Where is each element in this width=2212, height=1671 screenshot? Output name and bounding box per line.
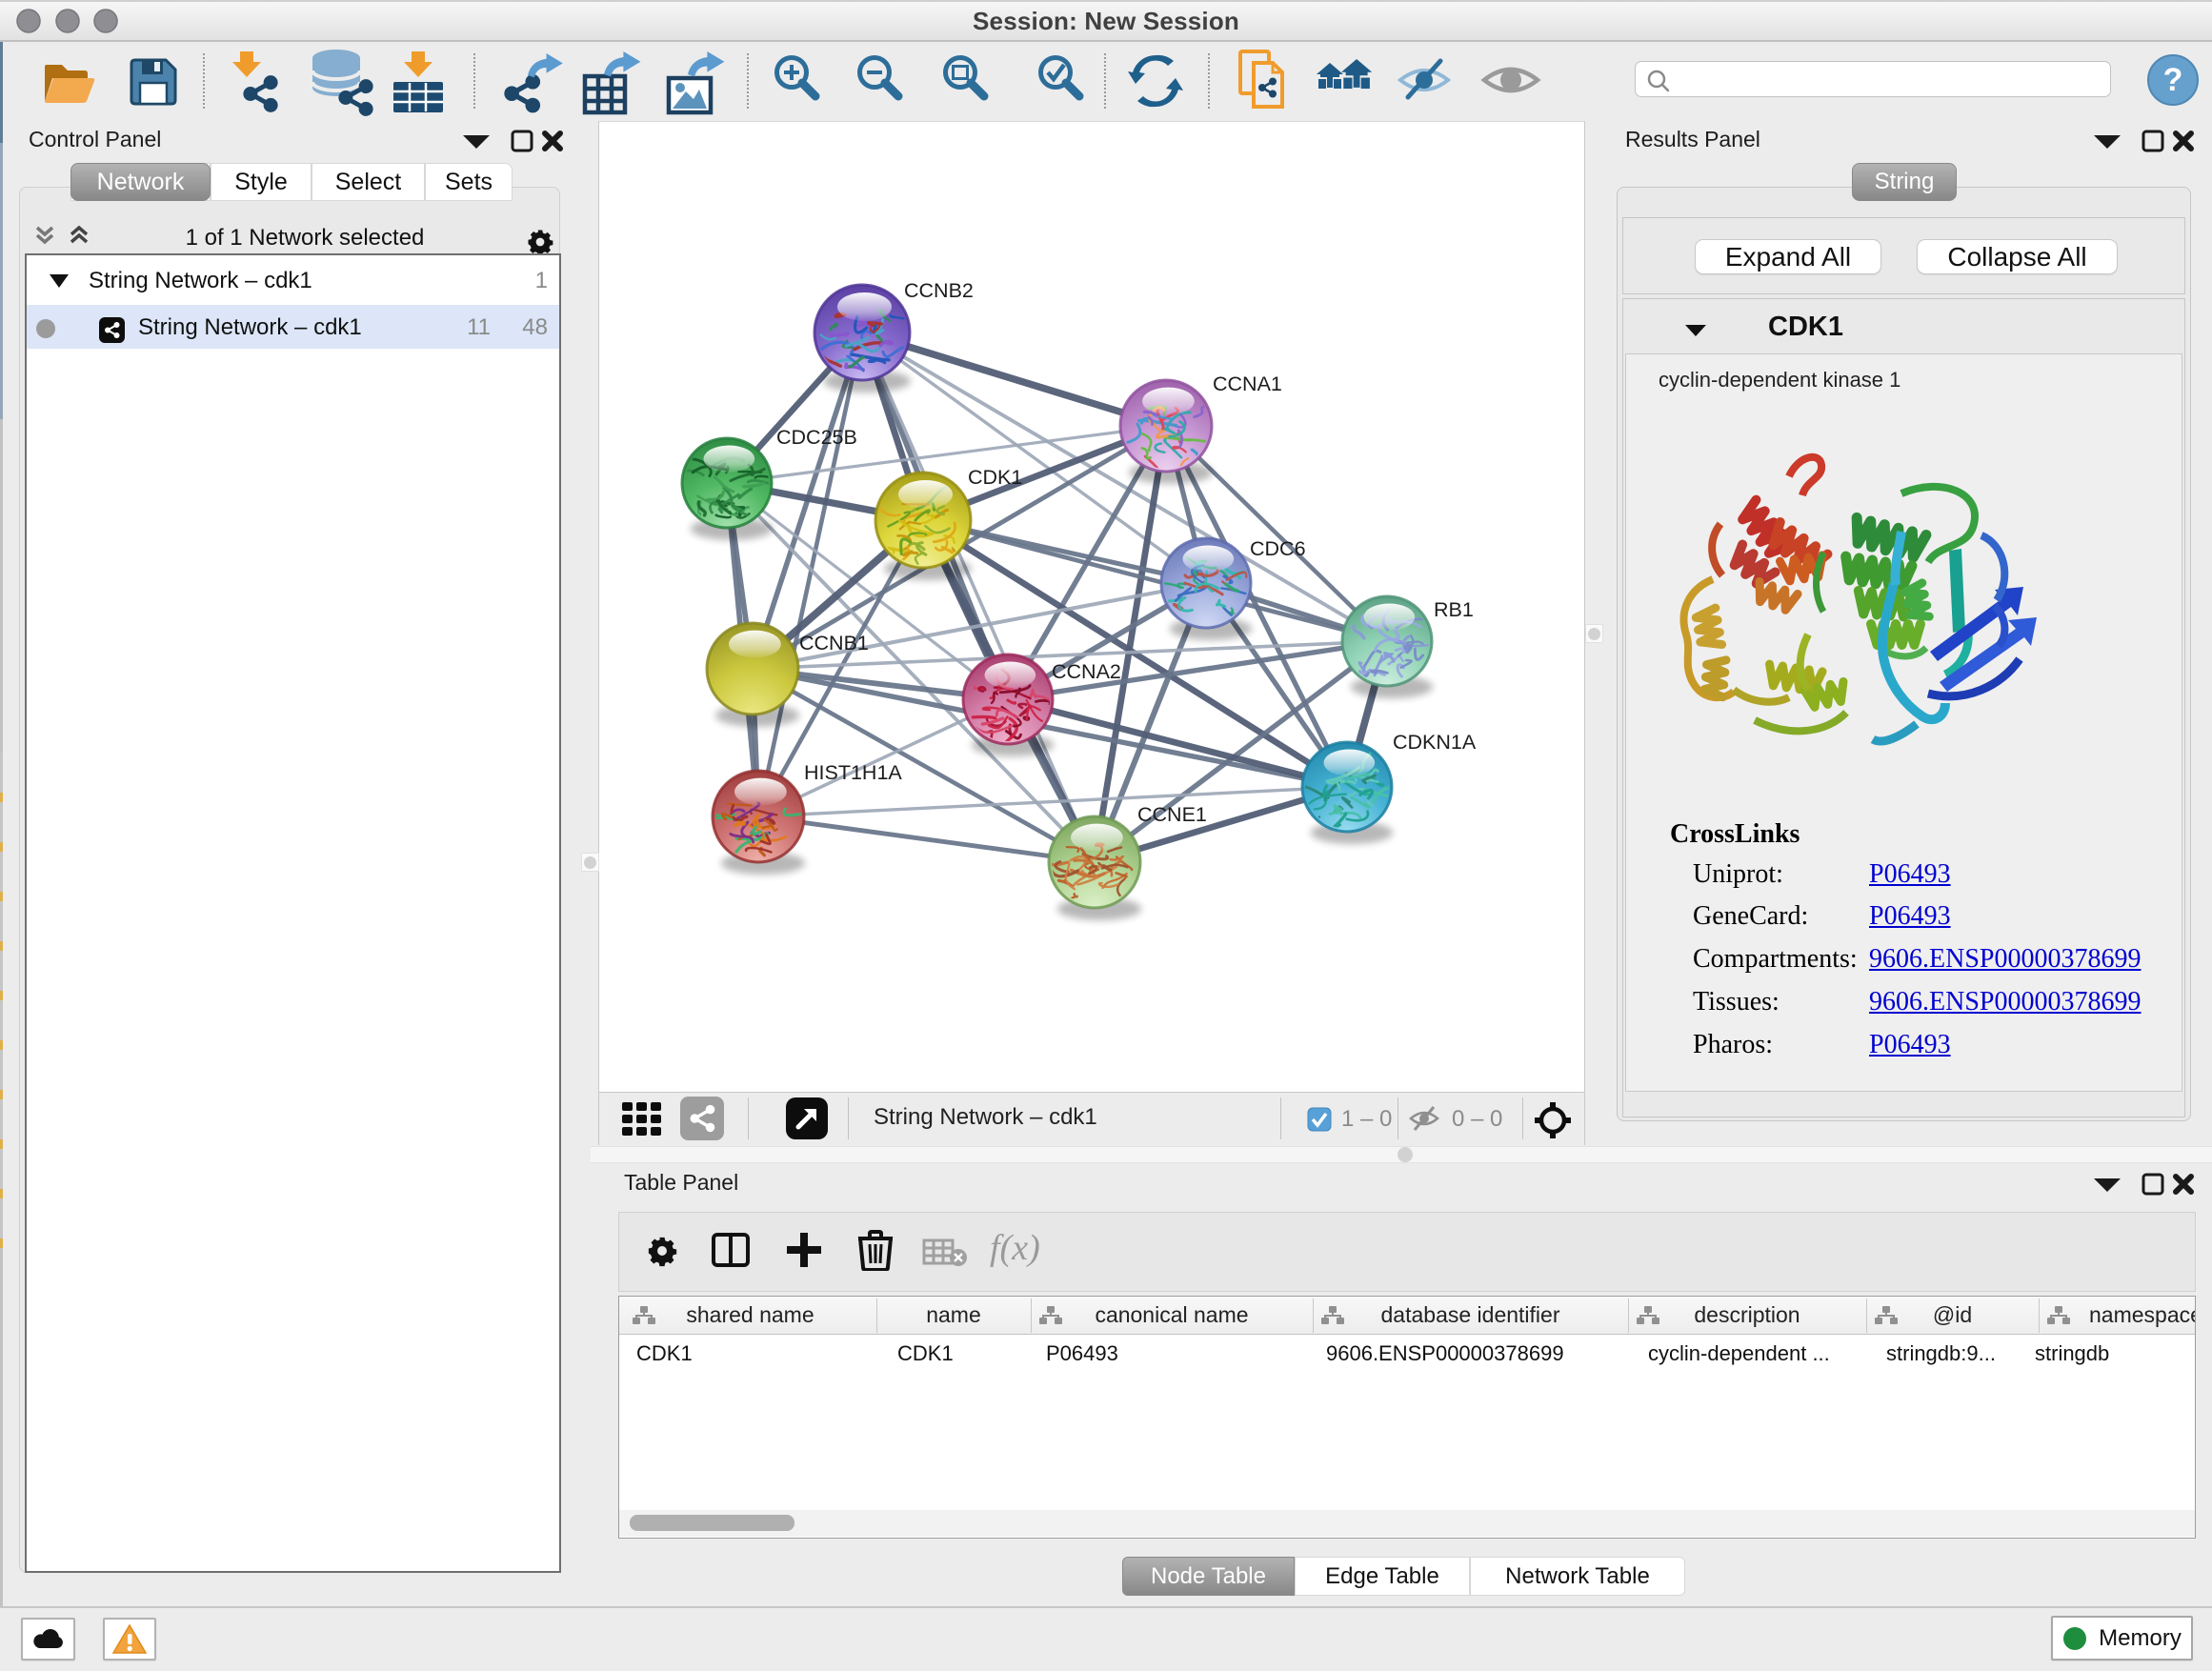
svg-text:CDC25B: CDC25B xyxy=(776,426,857,449)
svg-text:CDK1: CDK1 xyxy=(968,466,1022,489)
svg-text:HIST1H1A: HIST1H1A xyxy=(804,761,902,784)
svg-text:CDC6: CDC6 xyxy=(1250,537,1306,560)
svg-text:CCNE1: CCNE1 xyxy=(1137,803,1207,826)
svg-text:CCNA2: CCNA2 xyxy=(1052,660,1121,683)
svg-text:CCNA1: CCNA1 xyxy=(1213,372,1282,395)
svg-text:?: ? xyxy=(2163,62,2183,98)
svg-text:CCNB2: CCNB2 xyxy=(904,279,974,302)
svg-text:RB1: RB1 xyxy=(1434,598,1474,621)
svg-text:CCNB1: CCNB1 xyxy=(799,632,869,654)
svg-text:CDKN1A: CDKN1A xyxy=(1393,731,1477,754)
